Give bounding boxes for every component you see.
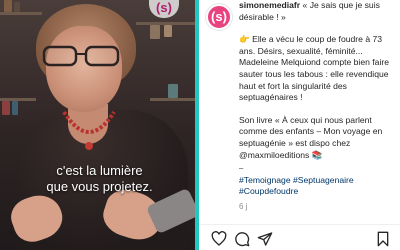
background-book	[4, 0, 12, 12]
background-shelf	[150, 98, 196, 101]
person-face	[46, 26, 122, 112]
video-subtitle-line2: que vous projetez.	[46, 179, 153, 194]
video-subtitle-line1: c'est la lumière	[56, 163, 143, 178]
caption-header: simonemediafr « Je sais que je suis dési…	[239, 0, 395, 23]
bookmark-icon[interactable]	[375, 231, 391, 247]
caption-paragraph-1: 👉 Elle a vécu le coup de foudre à 73 ans…	[239, 34, 390, 103]
caption-paragraph-2: Son livre « À ceux qui nous parlent comm…	[239, 114, 383, 160]
heart-icon[interactable]	[211, 231, 227, 247]
background-book	[168, 84, 178, 98]
necklace-icon	[62, 110, 116, 150]
comment-icon[interactable]	[234, 231, 250, 247]
caption-separator: ⎯	[239, 163, 244, 174]
background-shelf	[0, 12, 42, 15]
post-actions-bar	[199, 224, 400, 250]
post-caption: simonemediafr « Je sais que je suis dési…	[239, 0, 395, 213]
background-book	[12, 101, 18, 115]
avatar[interactable]: (s)	[206, 4, 232, 30]
username-link[interactable]: simonemediafr	[239, 0, 300, 10]
background-book	[150, 25, 160, 39]
glasses-icon	[42, 45, 120, 67]
share-icon[interactable]	[257, 231, 273, 247]
background-book	[164, 25, 172, 37]
video-logo-icon: (s)	[149, 0, 179, 18]
post-time: 6 j	[239, 201, 248, 211]
hashtags-link[interactable]: #Temoignage #Septuagenaire #Coupdefoudre	[239, 175, 395, 198]
video-panel[interactable]: (s) c'est la lumière que vous projetez.	[0, 0, 199, 250]
post-panel: (s) simonemediafr « Je sais que je suis …	[199, 0, 400, 250]
background-book	[2, 101, 10, 115]
background-book	[14, 2, 20, 12]
